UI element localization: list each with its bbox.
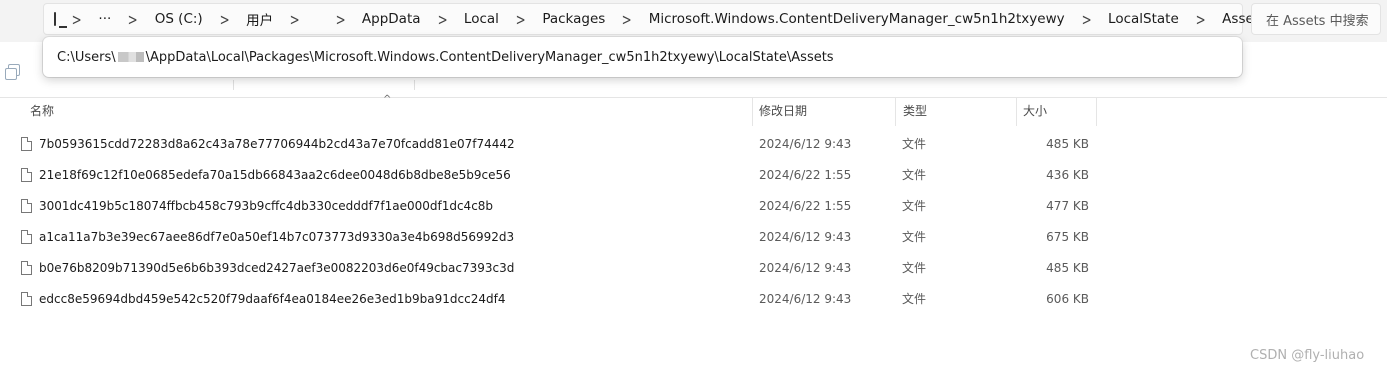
- file-icon: [21, 230, 32, 244]
- chevron-right-icon[interactable]: >: [119, 10, 147, 29]
- breadcrumb-item-packages[interactable]: Packages: [539, 11, 608, 27]
- file-type: 文件: [902, 199, 927, 213]
- breadcrumb-more[interactable]: ···: [95, 11, 114, 27]
- column-header-size[interactable]: 大小: [1015, 98, 1097, 126]
- file-modified: 2024/6/12 9:43: [759, 292, 852, 306]
- chevron-right-icon[interactable]: >: [1186, 10, 1214, 29]
- file-type: 文件: [902, 137, 927, 151]
- watermark: CSDN @fly-liuhao: [1250, 348, 1365, 363]
- chevron-right-icon[interactable]: >: [613, 10, 641, 29]
- file-name: b0e76b8209b71390d5e6b6b393dced2427aef3e0…: [39, 261, 515, 275]
- file-modified: 2024/6/22 1:55: [759, 199, 852, 213]
- file-name: 7b0593615cdd72283d8a62c43a78e77706944b2c…: [39, 137, 515, 151]
- column-header-name[interactable]: 名称: [22, 98, 753, 126]
- chevron-right-icon[interactable]: >: [210, 10, 238, 29]
- file-icon: [21, 199, 32, 213]
- redacted-username: [117, 52, 144, 62]
- breadcrumb[interactable]: > ··· > OS (C:) > 用户 > > AppData > Local…: [43, 3, 1266, 35]
- file-modified: 2024/6/12 9:43: [759, 230, 852, 244]
- file-row[interactable]: edcc8e59694dbd459e542c520f79daaf6f4ea018…: [14, 284, 1099, 315]
- column-header: ^ 名称 修改日期 类型 大小: [0, 94, 1387, 126]
- path-text-end: \AppData\Local\Packages\Microsoft.Window…: [145, 49, 834, 65]
- copy-icon[interactable]: [5, 64, 20, 80]
- file-size: 436 KB: [1046, 168, 1089, 182]
- chevron-right-icon[interactable]: >: [63, 10, 91, 29]
- toolbar-divider: [233, 80, 234, 90]
- chevron-right-icon[interactable]: >: [428, 10, 456, 29]
- chevron-right-icon[interactable]: >: [507, 10, 535, 29]
- file-size: 485 KB: [1046, 137, 1089, 151]
- column-header-type[interactable]: 类型: [895, 98, 1017, 126]
- file-name: 3001dc419b5c18074ffbcb458c793b9cffc4db33…: [39, 199, 494, 213]
- file-row[interactable]: 3001dc419b5c18074ffbcb458c793b9cffc4db33…: [14, 191, 1099, 222]
- breadcrumb-item-users[interactable]: 用户: [243, 9, 276, 29]
- file-size: 485 KB: [1046, 261, 1089, 275]
- file-row[interactable]: 7b0593615cdd72283d8a62c43a78e77706944b2c…: [14, 129, 1099, 160]
- chevron-right-icon[interactable]: >: [1072, 10, 1100, 29]
- file-name: edcc8e59694dbd459e542c520f79daaf6f4ea018…: [39, 292, 506, 306]
- file-size: 477 KB: [1046, 199, 1089, 213]
- chevron-right-icon[interactable]: >: [326, 10, 354, 29]
- breadcrumb-item-local[interactable]: Local: [461, 11, 502, 27]
- file-type: 文件: [902, 230, 927, 244]
- address-path-suggestion[interactable]: C:\Users\ \AppData\Local\Packages\Micros…: [43, 37, 1242, 77]
- breadcrumb-item-drive[interactable]: OS (C:): [152, 11, 206, 27]
- breadcrumb-item-appdata[interactable]: AppData: [359, 11, 424, 27]
- breadcrumb-item-package[interactable]: Microsoft.Windows.ContentDeliveryManager…: [646, 11, 1068, 27]
- breadcrumb-item-localstate[interactable]: LocalState: [1105, 11, 1182, 27]
- path-text-start: C:\Users\: [57, 49, 116, 65]
- file-type: 文件: [902, 261, 927, 275]
- file-size: 606 KB: [1046, 292, 1089, 306]
- toolbar-divider: [414, 80, 415, 90]
- file-name: 21e18f69c12f10e0685edefa70a15db66843aa2c…: [39, 168, 511, 182]
- file-icon: [21, 137, 32, 151]
- column-header-modified[interactable]: 修改日期: [751, 98, 896, 126]
- this-pc-icon[interactable]: [54, 12, 67, 28]
- file-row[interactable]: b0e76b8209b71390d5e6b6b393dced2427aef3e0…: [14, 253, 1099, 284]
- file-type: 文件: [902, 168, 927, 182]
- search-input[interactable]: 在 Assets 中搜索: [1251, 3, 1381, 35]
- file-modified: 2024/6/22 1:55: [759, 168, 852, 182]
- chevron-right-icon[interactable]: >: [281, 10, 309, 29]
- file-icon: [21, 292, 32, 306]
- file-icon: [21, 168, 32, 182]
- file-type: 文件: [902, 292, 927, 306]
- file-modified: 2024/6/12 9:43: [759, 261, 852, 275]
- file-icon: [21, 261, 32, 275]
- file-modified: 2024/6/12 9:43: [759, 137, 852, 151]
- file-row[interactable]: 21e18f69c12f10e0685edefa70a15db66843aa2c…: [14, 160, 1099, 191]
- file-size: 675 KB: [1046, 230, 1089, 244]
- file-name: a1ca11a7b3e39ec67aee86df7e0a50ef14b7c073…: [39, 230, 515, 244]
- file-row[interactable]: a1ca11a7b3e39ec67aee86df7e0a50ef14b7c073…: [14, 222, 1099, 253]
